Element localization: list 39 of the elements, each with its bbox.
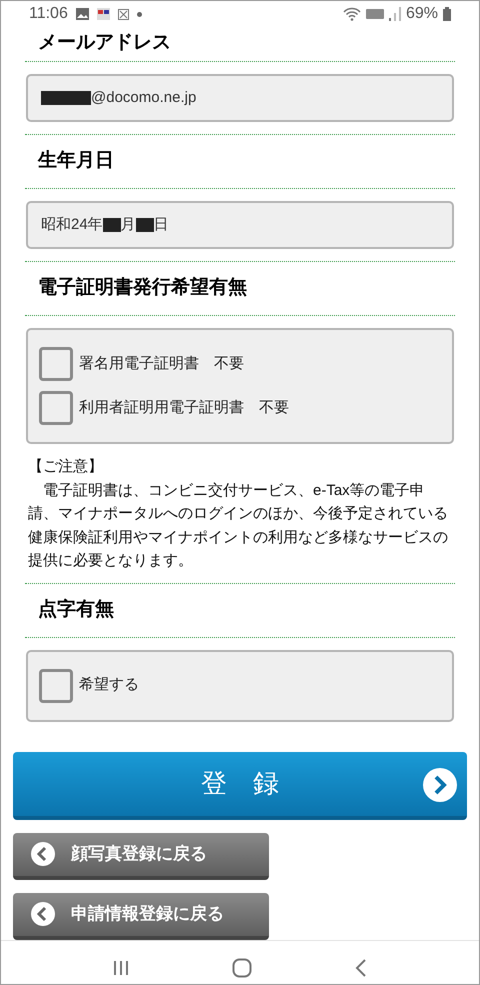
- section-heading: メールアドレス: [38, 30, 171, 54]
- wifi-icon: [342, 7, 361, 21]
- checkbox[interactable]: [39, 391, 73, 425]
- checkbox-label: 利用者証明用電子証明書 不要: [79, 398, 289, 418]
- section-heading: 生年月日: [38, 149, 114, 174]
- battery-percent: 69%: [406, 4, 438, 24]
- chevron-left-icon: [31, 902, 55, 926]
- field-value: @docomo.ne.jp: [91, 88, 196, 108]
- checkbox[interactable]: [39, 347, 73, 381]
- field-value: 昭和24年: [41, 214, 103, 235]
- redaction-bar: [102, 218, 121, 232]
- chevron-right-icon: [423, 768, 457, 802]
- input-field[interactable]: 昭和24年 月 日: [26, 201, 454, 249]
- dot-icon: [136, 12, 142, 16]
- register-button[interactable]: 登 録: [13, 752, 467, 820]
- recent-apps-icon[interactable]: [112, 960, 129, 976]
- redaction-bar: [41, 91, 91, 105]
- notice-title: 【ご注意】: [28, 457, 104, 477]
- section-heading: 点字有無: [38, 598, 114, 622]
- home-icon[interactable]: [232, 958, 252, 978]
- checkbox-label: 署名用電子証明書 不要: [79, 354, 244, 374]
- field-value: 月: [120, 214, 136, 235]
- chevron-left-icon: [31, 842, 55, 866]
- status-time: 11:06: [29, 4, 68, 24]
- field-value: 日: [154, 214, 169, 235]
- back-icon[interactable]: [355, 959, 368, 977]
- back-button[interactable]: 申請情報登録に戻る: [13, 892, 269, 940]
- image-icon: [76, 8, 89, 20]
- checkbox[interactable]: [39, 668, 73, 702]
- checkbox-label: 希望する: [79, 675, 139, 696]
- redaction-bar: [136, 218, 154, 232]
- input-field[interactable]: @docomo.ne.jp: [26, 74, 454, 122]
- expand-icon: [118, 8, 129, 20]
- section-heading: 電子証明書発行希望有無: [38, 276, 247, 300]
- signal-icon: [388, 7, 401, 21]
- notice-text: 電子証明書は、コンビニ交付サービス、e-Tax等の電子申請、マイナポータルへのログインのほか、今後予定されている健康保険証利用やマイナポイントの利用など多様なサービスの提供に必要となります。: [28, 480, 449, 571]
- battery-icon: [443, 7, 451, 21]
- app-icon: [96, 8, 110, 20]
- back-button[interactable]: 顔写真登録に戻る: [13, 832, 269, 880]
